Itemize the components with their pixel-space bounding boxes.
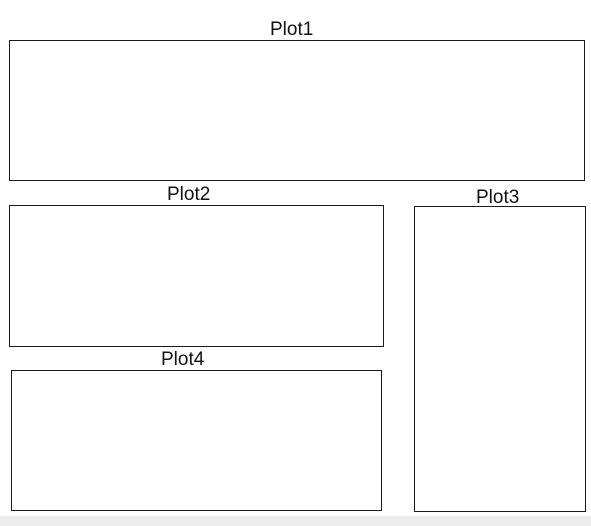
plot2-label: Plot2 xyxy=(167,184,211,205)
plot3-panel xyxy=(414,206,586,512)
plot4-label: Plot4 xyxy=(161,349,205,370)
plot4-panel xyxy=(11,370,382,511)
plot1-label: Plot1 xyxy=(270,19,314,40)
plot2-panel xyxy=(9,205,384,347)
bottom-edge-shade xyxy=(0,516,591,526)
plot1-panel xyxy=(9,40,585,181)
plot3-label: Plot3 xyxy=(476,187,520,208)
